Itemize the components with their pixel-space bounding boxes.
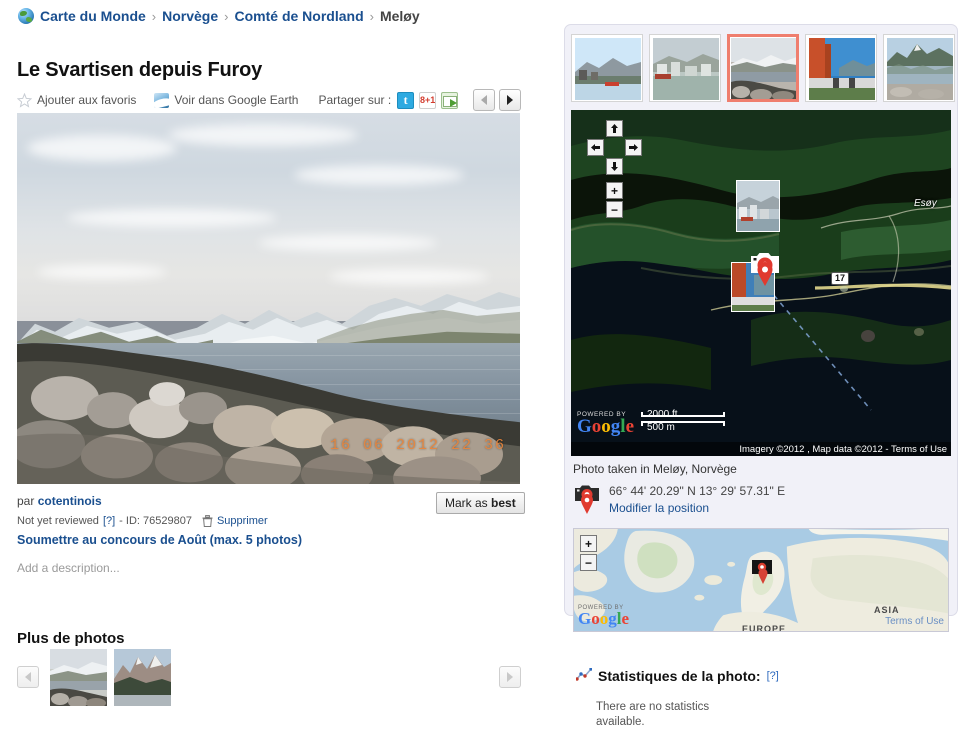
delete-photo-link[interactable]: Supprimer — [217, 515, 268, 527]
breadcrumb-item-country[interactable]: Norvège — [162, 8, 218, 24]
globe-icon — [18, 8, 34, 24]
review-status-text: Not yet reviewed — [17, 515, 99, 527]
map-pan-right-button[interactable] — [625, 139, 642, 156]
camera-pin-icon — [573, 483, 601, 517]
breadcrumb-separator: › — [151, 8, 157, 24]
more-photo-thumbnail-2[interactable] — [114, 648, 171, 706]
road-shield-17: 17 — [831, 272, 850, 285]
statistics-heading: Statistiques de la photo: [?] — [575, 667, 779, 684]
overview-label-asia: ASIA — [874, 605, 900, 615]
overview-terms-of-use-link[interactable]: Terms of Use — [885, 616, 944, 627]
add-to-favorites-label: Ajouter aux favoris — [37, 93, 137, 107]
overview-label-europe: EUROPE — [742, 624, 787, 632]
mark-best-strong: best — [491, 496, 516, 510]
photo-id-text: - ID: 76529807 — [119, 515, 192, 527]
breadcrumb: Carte du Monde › Norvège › Comté de Nord… — [18, 8, 420, 24]
submit-to-contest-link[interactable]: Soumettre au concours de Août (max. 5 ph… — [17, 533, 302, 547]
statistics-help-link[interactable]: [?] — [767, 670, 779, 682]
map-photo-thumbnail-1[interactable] — [736, 180, 780, 232]
google-wordmark: Google — [577, 416, 634, 437]
thumbnail-4[interactable] — [805, 34, 877, 102]
mark-as-best-button[interactable]: Mark as best — [436, 492, 525, 514]
satellite-map[interactable]: + − 17 Esøy POWERED BY Google 2000 ft 50… — [571, 110, 951, 456]
map-island-label: Esøy — [914, 198, 937, 209]
statistics-title: Statistiques de la photo: — [598, 668, 761, 684]
map-pan-up-button[interactable] — [606, 120, 623, 137]
overview-map[interactable]: + − ASIA EUROPE POWERED BY Google Terms … — [573, 528, 949, 632]
mark-best-prefix: Mark as — [445, 496, 492, 510]
next-photo-button[interactable] — [499, 89, 521, 111]
scale-imperial-label: 2000 ft — [647, 409, 678, 420]
overview-zoom-in-button[interactable]: + — [580, 535, 597, 552]
page-title: Le Svartisen depuis Furoy — [17, 59, 263, 82]
right-panel: + − 17 Esøy POWERED BY Google 2000 ft 50… — [564, 24, 958, 632]
cloud — [167, 124, 358, 147]
main-photo[interactable] — [17, 113, 520, 484]
add-to-favorites-button[interactable]: Ajouter aux favoris — [17, 92, 137, 108]
edit-position-link[interactable]: Modifier la position — [609, 501, 785, 515]
photo-timestamp-watermark: 16 06 2012 22 36 — [330, 437, 507, 454]
coordinates-text: 66° 44' 20.29" N 13° 29' 57.31" E — [609, 484, 786, 498]
overview-location-marker[interactable] — [752, 560, 776, 586]
add-description-field[interactable]: Add a description... — [17, 561, 120, 575]
photo-rocky-shore — [17, 336, 520, 484]
coordinates-block: 66° 44' 20.29" N 13° 29' 57.31" E Modifi… — [573, 483, 785, 517]
statistics-body: There are no statistics available. — [596, 701, 710, 728]
map-zoom-in-button[interactable]: + — [606, 182, 623, 199]
map-attribution[interactable]: Imagery ©2012 , Map data ©2012 - Terms o… — [571, 442, 951, 456]
google-earth-label: Voir dans Google Earth — [174, 93, 299, 107]
more-photos-next-button[interactable] — [499, 666, 521, 688]
google-watermark: POWERED BY Google — [577, 411, 641, 436]
more-photo-thumbnail-1[interactable] — [50, 648, 107, 706]
breadcrumb-separator: › — [224, 8, 229, 24]
previous-photo-button[interactable] — [473, 89, 495, 111]
map-pan-left-button[interactable] — [587, 139, 604, 156]
photo-thumbnail-row — [571, 34, 955, 102]
statistics-icon — [575, 667, 593, 684]
photo-nav-buttons — [473, 89, 521, 111]
overview-zoom-out-button[interactable]: − — [580, 554, 597, 571]
photo-author-line: par cotentinois — [17, 494, 102, 508]
review-status-line: Not yet reviewed [?] - ID: 76529807 Supp… — [17, 515, 268, 527]
breadcrumb-item-municipality[interactable]: Meløy — [380, 8, 420, 24]
share-label: Partager sur : — [318, 93, 392, 107]
more-photos-prev-button[interactable] — [17, 666, 39, 688]
share-icons: 8+1 — [397, 91, 459, 109]
thumbnail-3-selected[interactable] — [727, 34, 799, 102]
cloud — [328, 268, 489, 284]
action-bar: Ajouter aux favoris Voir dans Google Ear… — [17, 89, 521, 111]
review-help-link[interactable]: [?] — [103, 515, 115, 527]
twitter-icon[interactable] — [397, 91, 415, 109]
panoramio-photo-page: Carte du Monde › Norvège › Comté de Nord… — [0, 0, 974, 732]
map-scale-bar: 2000 ft 500 m — [641, 409, 725, 434]
author-link[interactable]: cotentinois — [38, 494, 102, 508]
map-pan-down-button[interactable] — [606, 158, 623, 175]
google-plus-one-icon[interactable]: 8+1 — [419, 91, 437, 109]
overview-google-watermark: POWERED BY Google — [578, 605, 640, 627]
more-photos-title: Plus de photos — [17, 630, 125, 648]
overview-google-wordmark: Google — [578, 609, 630, 628]
breadcrumb-separator: › — [369, 8, 374, 24]
more-photos-strip — [17, 646, 521, 708]
scale-metric-label: 500 m — [647, 422, 675, 433]
photo-taken-in-text: Photo taken in Meløy, Norvège — [573, 462, 737, 476]
google-earth-icon — [154, 92, 170, 108]
trash-icon[interactable] — [202, 515, 213, 527]
map-zoom-out-button[interactable]: − — [606, 201, 623, 218]
breadcrumb-item-world[interactable]: Carte du Monde — [40, 8, 146, 24]
view-in-google-earth-button[interactable]: Voir dans Google Earth — [154, 92, 299, 108]
map-controls: + − — [587, 120, 643, 220]
overview-map-controls: + − — [580, 535, 597, 571]
email-icon[interactable] — [441, 91, 459, 109]
left-column: Carte du Monde › Norvège › Comté de Nord… — [0, 0, 556, 732]
breadcrumb-item-county[interactable]: Comté de Nordland — [235, 8, 364, 24]
thumbnail-2[interactable] — [649, 34, 721, 102]
cloud — [293, 164, 464, 185]
author-prefix: par — [17, 494, 35, 508]
camera-location-marker[interactable] — [747, 250, 783, 290]
star-icon — [17, 92, 32, 108]
thumbnail-5[interactable] — [883, 34, 955, 102]
thumbnail-1[interactable] — [571, 34, 643, 102]
